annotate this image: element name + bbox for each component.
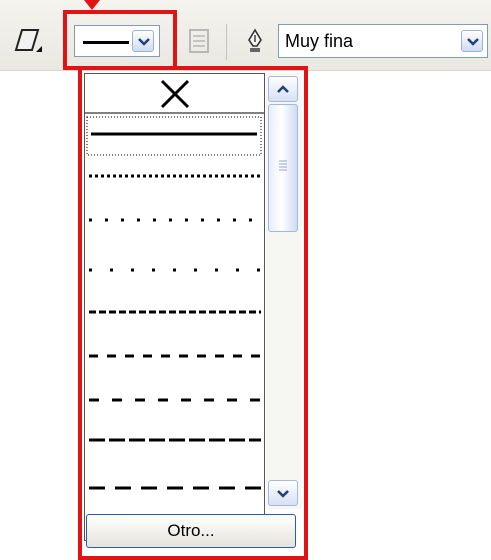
chevron-down-icon [467, 38, 479, 46]
dropdown-highlight [78, 66, 308, 560]
line-width-value: Muy fina [285, 31, 354, 51]
text-box-button[interactable] [184, 26, 214, 58]
pen-nib-icon [248, 28, 262, 52]
line-width-dropdown-button[interactable] [461, 30, 483, 52]
text-box-disabled-icon [189, 29, 209, 53]
shape-fill-button[interactable] [14, 26, 48, 58]
line-style-highlight [63, 10, 177, 70]
pen-weight-button[interactable] [244, 28, 266, 56]
toolbar-separator [226, 24, 227, 60]
callout-arrow [84, 0, 100, 10]
parallelogram-icon [14, 29, 42, 52]
line-width-combo[interactable]: Muy fina [278, 24, 488, 58]
